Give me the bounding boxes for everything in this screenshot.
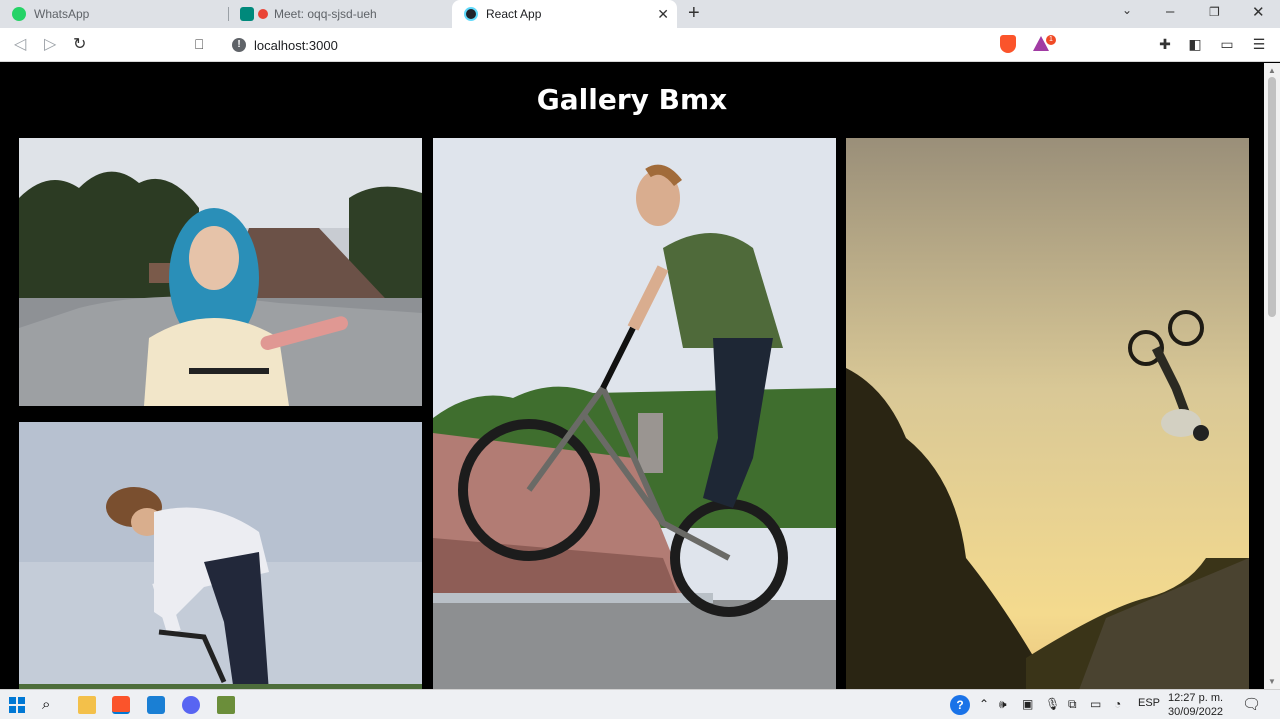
search-icon[interactable]: ⌕ [42, 696, 60, 714]
page-title: Gallery Bmx [536, 83, 728, 116]
recording-icon [258, 9, 268, 19]
brave-shields-icon[interactable] [1000, 35, 1016, 53]
file-explorer-icon[interactable] [78, 696, 96, 714]
browser-tab-strip: WhatsApp Meet: oqq-sjsd-ueh React App ✕ … [0, 0, 1280, 28]
vscode-icon[interactable] [147, 696, 165, 714]
menu-icon[interactable]: ☰ [1251, 36, 1267, 52]
language-indicator[interactable]: ESP [1138, 697, 1160, 709]
minimize-button[interactable]: – [1166, 3, 1174, 20]
close-window-button[interactable]: ✕ [1252, 3, 1265, 21]
forward-button[interactable]: ▷ [44, 34, 56, 54]
photo-bmx-silhouette-sunset [846, 138, 1249, 689]
rewards-badge: 1 [1046, 35, 1056, 45]
tab-search-chevron-icon[interactable]: ⌄ [1122, 3, 1132, 17]
reload-button[interactable]: ↻ [73, 34, 86, 54]
sidebar-icon[interactable]: ◧ [1187, 36, 1203, 52]
discord-icon[interactable] [182, 696, 200, 714]
extensions-icon[interactable]: ✚ [1157, 36, 1173, 52]
google-meet-icon [240, 7, 254, 21]
help-icon[interactable]: ? [950, 695, 970, 715]
tab-react-app[interactable]: React App ✕ [452, 0, 677, 28]
scroll-down-icon[interactable]: ▼ [1268, 677, 1276, 686]
photo-bmx-rider-white-shirt [19, 422, 422, 689]
clock-time: 12:27 p. m. [1168, 692, 1224, 704]
wallet-icon[interactable]: ▭ [1219, 36, 1235, 52]
speaker-icon[interactable]: 🕪 [999, 697, 1007, 712]
tab-title: React App [486, 7, 542, 21]
photo-bmx-jump-skatepark [433, 138, 836, 689]
tab-title: Meet: oqq-sjsd-ueh [274, 7, 377, 21]
chevron-up-icon[interactable]: ⌃ [979, 697, 989, 711]
microphone-icon[interactable]: 🎙 [1045, 697, 1060, 711]
tab-whatsapp[interactable]: WhatsApp [0, 0, 228, 28]
wifi-icon[interactable]: ◔ [1114, 697, 1121, 711]
site-info-icon[interactable]: ! [232, 38, 246, 52]
display-icon[interactable]: ⧉ [1068, 697, 1077, 712]
windows-taskbar: ⌕ ? ⌃ 🕪 ▣ 🎙 ⧉ ▭ ◔ ESP 12:27 p. m. 30/09/… [0, 689, 1280, 719]
notifications-icon[interactable]: 🗨 [1242, 695, 1261, 713]
photo-girl-blue-hair [19, 138, 422, 406]
back-button[interactable]: ◁ [14, 34, 26, 54]
tab-title: WhatsApp [34, 7, 90, 21]
close-tab-icon[interactable]: ✕ [657, 6, 669, 23]
gallery-photo-rider[interactable] [19, 422, 422, 689]
minecraft-icon[interactable] [217, 696, 235, 714]
bookmark-icon[interactable]: ⎕ [195, 36, 203, 53]
address-bar[interactable]: ! localhost:3000 [222, 32, 990, 58]
gallery-photo-girl[interactable] [19, 138, 422, 406]
restore-button[interactable]: ❐ [1209, 5, 1220, 19]
page-scrollbar[interactable]: ▲ ▼ [1264, 63, 1280, 689]
page-body: Gallery Bmx [0, 63, 1264, 689]
new-tab-button[interactable]: + [688, 2, 700, 25]
url-text: localhost:3000 [254, 37, 338, 53]
scroll-thumb[interactable] [1268, 77, 1276, 317]
meet-present-icon[interactable]: ▣ [1022, 697, 1033, 711]
gallery-photo-sunset[interactable] [846, 138, 1249, 689]
clock-date: 30/09/2022 [1168, 706, 1224, 718]
browser-toolbar: ◁ ▷ ↻ ⎕ ! localhost:3000 1 ✚ ◧ ▭ ☰ [0, 28, 1280, 62]
windows-start-icon[interactable] [8, 696, 26, 714]
react-icon [464, 7, 478, 21]
whatsapp-icon [12, 7, 26, 21]
tab-meet[interactable]: Meet: oqq-sjsd-ueh [228, 0, 450, 28]
battery-icon[interactable]: ▭ [1090, 697, 1101, 711]
clock[interactable]: 12:27 p. m. 30/09/2022 [1168, 691, 1223, 719]
gallery-photo-jump[interactable] [433, 138, 836, 689]
scroll-up-icon[interactable]: ▲ [1268, 66, 1276, 75]
brave-browser-icon[interactable] [112, 696, 130, 714]
